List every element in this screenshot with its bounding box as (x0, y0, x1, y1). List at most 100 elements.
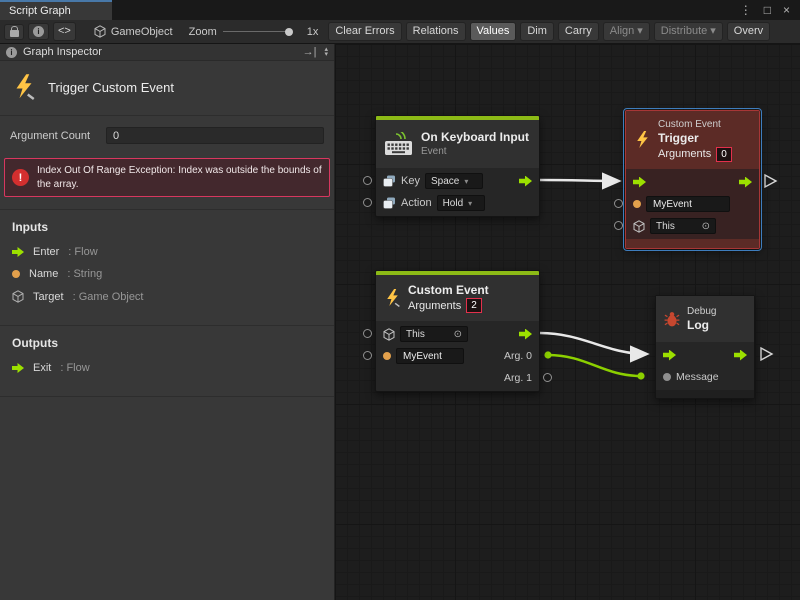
port-name-input[interactable] (363, 351, 372, 360)
flow-row (656, 344, 754, 366)
node-body: This ⊙ MyEvent Arg. 0 Arg. 1 (376, 321, 539, 391)
zoom-label: Zoom (189, 26, 217, 38)
zoom-value: 1x (307, 26, 319, 38)
zoom-slider-knob[interactable] (285, 28, 293, 36)
lock-button[interactable] (4, 24, 24, 40)
key-label: Key (401, 175, 420, 187)
target-dropdown[interactable]: This ⊙ (400, 326, 468, 342)
key-row: Key Space ▾ (376, 170, 539, 192)
event-name-field[interactable]: MyEvent (646, 196, 730, 212)
flow-row (626, 171, 759, 193)
node-category: Debug (687, 305, 716, 318)
bug-icon (664, 311, 680, 327)
menu-icon[interactable]: ⋮ (740, 3, 752, 17)
pin-name: Name (29, 268, 58, 280)
outputs-section: Outputs Exit : Flow (0, 325, 334, 397)
argument-count-input[interactable] (106, 127, 324, 144)
string-dot-icon (383, 352, 391, 360)
node-header: Debug Log (656, 296, 754, 342)
cube-icon (633, 220, 645, 233)
zoom-slider[interactable] (223, 25, 301, 39)
node-on-keyboard-input[interactable]: On Keyboard Input Event Key Space ▾ (375, 115, 540, 217)
spinner-icon[interactable]: ▴ ▾ (324, 47, 328, 57)
caret-down-icon: ▾ (468, 199, 472, 208)
node-bottom-strip (626, 239, 759, 248)
flow-out-icon[interactable] (519, 329, 532, 340)
gameobject-reference[interactable]: GameObject (94, 25, 173, 38)
node-trigger-custom-event[interactable]: Custom Event Trigger Arguments 0 (625, 110, 760, 249)
overview-button[interactable]: Overv (727, 22, 770, 42)
port-arg1-output[interactable] (543, 373, 552, 382)
align-label: Align (610, 25, 634, 39)
event-name-value: MyEvent (403, 351, 442, 362)
lightning-icon (634, 131, 651, 149)
action-dropdown[interactable]: Hold ▾ (437, 195, 485, 211)
wire-event-to-debug[interactable] (540, 333, 646, 354)
cube-icon (94, 25, 106, 38)
flow-out-icon[interactable] (739, 177, 752, 188)
flow-arrow-icon (12, 247, 24, 257)
distribute-dropdown[interactable]: Distribute ▾ (654, 22, 723, 42)
distribute-label: Distribute (661, 25, 707, 39)
event-name-field[interactable]: MyEvent (396, 348, 464, 364)
port-target-input[interactable] (363, 329, 372, 338)
node-title: Custom Event (408, 283, 489, 299)
arguments-label: Arguments (658, 147, 711, 161)
maximize-icon[interactable]: □ (764, 3, 771, 17)
code-icon: <> (58, 25, 71, 39)
wire-keyboard-to-trigger[interactable] (540, 180, 618, 181)
carry-button[interactable]: Carry (558, 22, 599, 42)
key-dropdown[interactable]: Space ▾ (425, 173, 483, 189)
message-row: Message (656, 366, 754, 388)
error-message-box: ! Index Out Of Range Exception: Index wa… (4, 158, 330, 197)
unit-title: Trigger Custom Event (48, 80, 174, 95)
target-dropdown[interactable]: This ⊙ (650, 218, 716, 234)
caret-down-icon: ▾ (464, 177, 468, 186)
info-icon: i (6, 47, 17, 58)
selected-unit-header: Trigger Custom Event (0, 61, 334, 116)
target-value: This (406, 329, 425, 340)
lightning-icon (384, 289, 401, 307)
message-label: Message (676, 371, 719, 383)
arguments-count-badge: 0 (716, 147, 732, 162)
flow-out-icon[interactable] (519, 176, 532, 187)
port-name-input[interactable] (614, 199, 623, 208)
graph-canvas[interactable]: On Keyboard Input Event Key Space ▾ (335, 44, 800, 600)
flow-out-icon[interactable] (734, 350, 747, 361)
close-icon[interactable]: × (783, 3, 790, 17)
open-script-button[interactable]: <> (53, 22, 76, 42)
keyboard-icon (384, 132, 414, 156)
inputs-title: Inputs (12, 220, 322, 234)
node-title: Log (687, 318, 716, 334)
port-target-input[interactable] (614, 221, 623, 230)
action-label: Action (401, 197, 432, 209)
arg0-label: Arg. 0 (504, 350, 532, 362)
inspect-button[interactable]: i (28, 23, 49, 40)
event-name-value: MyEvent (653, 199, 692, 210)
port-key-input[interactable] (363, 176, 372, 185)
wire-arg0-to-message[interactable] (548, 355, 641, 376)
values-button[interactable]: Values (470, 22, 517, 42)
align-dropdown[interactable]: Align ▾ (603, 22, 650, 42)
string-dot-icon (12, 270, 20, 278)
relations-button[interactable]: Relations (406, 22, 466, 42)
event-name-row: MyEvent Arg. 0 (376, 345, 539, 367)
string-dot-icon (633, 200, 641, 208)
flow-in-icon[interactable] (633, 177, 646, 188)
graph-inspector-title: Graph Inspector (23, 46, 102, 58)
graph-toolbar: i <> GameObject Zoom 1x Clear Errors Rel… (0, 20, 800, 44)
target-icon: ⊙ (702, 221, 710, 232)
dock-icon[interactable]: →| (303, 46, 317, 58)
outputs-title: Outputs (12, 336, 322, 350)
dim-button[interactable]: Dim (520, 22, 554, 42)
flow-in-icon[interactable] (663, 350, 676, 361)
port-action-input[interactable] (363, 198, 372, 207)
value-dot-icon (663, 373, 671, 381)
node-debug-log[interactable]: Debug Log Message (655, 295, 755, 399)
action-row: Action Hold ▾ (376, 192, 539, 214)
zoom-slider-track (223, 31, 291, 32)
node-custom-event[interactable]: Custom Event Arguments 2 This ⊙ (375, 270, 540, 392)
wire-start-dot (544, 351, 551, 358)
tab-script-graph[interactable]: Script Graph (0, 0, 112, 20)
clear-errors-button[interactable]: Clear Errors (328, 22, 401, 42)
